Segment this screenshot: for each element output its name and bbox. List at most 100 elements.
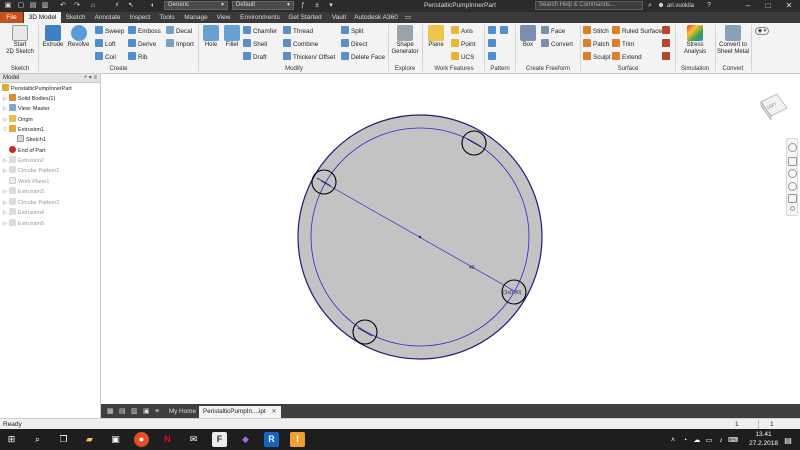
fillet-button[interactable]: Fillet [222, 25, 242, 49]
browser-tools[interactable]: + ▾ ≡ [84, 74, 97, 83]
network-icon[interactable]: ◔ [680, 433, 690, 448]
maps-icon[interactable]: ◆ [238, 432, 253, 447]
sketch-driven-pattern-button[interactable] [488, 52, 498, 62]
search-icon[interactable]: ⌕ [30, 432, 45, 447]
tab-get-started[interactable]: Get Started [285, 12, 325, 23]
close-button[interactable]: ✕ [781, 0, 797, 12]
tree-item-view-master[interactable]: ▷ View: Master [3, 104, 50, 114]
point-button[interactable]: Point [451, 39, 475, 49]
maximize-button[interactable]: □ [760, 0, 776, 12]
revolve-button[interactable]: Revolve [66, 25, 91, 49]
clock[interactable]: 13.41 27.2.2018 [749, 430, 778, 448]
draft-button[interactable]: Draft [243, 52, 267, 62]
orbit-icon[interactable] [788, 182, 797, 191]
store-icon[interactable]: ▣ [108, 432, 123, 447]
tree-item-end-of-part[interactable]: End of Part [9, 146, 46, 156]
tab-3d-model[interactable]: 3D Model [24, 12, 61, 23]
update-icon[interactable]: ⚡ [112, 1, 122, 10]
dropdown-icon[interactable]: ▾ [326, 1, 336, 10]
chamfer-button[interactable]: Chamfer [243, 26, 277, 36]
import-button[interactable]: Import [166, 39, 194, 49]
convert-button[interactable]: Convert [541, 39, 573, 49]
help-icon[interactable]: ? [704, 1, 714, 10]
tab-environments[interactable]: Environments [237, 12, 283, 23]
tree-item-solid-bodies[interactable]: ▷ Solid Bodies(1) [3, 94, 55, 104]
inventor-icon[interactable]: I [290, 432, 305, 447]
dimension-label[interactable]: 40 [469, 265, 475, 271]
user-name[interactable]: ari.vuokila [667, 1, 694, 11]
thread-button[interactable]: Thread [283, 26, 313, 36]
sweep-button[interactable]: Sweep [95, 26, 124, 36]
thicken-offset-button[interactable]: Thicken/ Offset [283, 52, 335, 62]
tree-item-root[interactable]: PeristalticPumpInnerPart [2, 84, 72, 94]
ribbon-options-icon[interactable]: ▭ [403, 12, 413, 23]
surface-tool-2-button[interactable] [662, 39, 672, 49]
new-icon[interactable]: ▢ [16, 1, 26, 10]
tab-sketch[interactable]: Sketch [63, 12, 88, 23]
split-button[interactable]: Split [341, 26, 363, 36]
extrude-button[interactable]: Extrude [41, 25, 65, 49]
undo-icon[interactable]: ↶ [58, 1, 68, 10]
face-button[interactable]: Face [541, 26, 565, 36]
tab-file[interactable]: File [0, 12, 23, 23]
look-at-icon[interactable] [788, 194, 797, 203]
sculpt-button[interactable]: Sculpt [583, 52, 611, 62]
close-tab-icon[interactable]: ✕ [271, 408, 276, 415]
tree-item-extrusion4[interactable]: ▷ Extrusion4 [3, 208, 44, 218]
tray-up-icon[interactable]: ˄ [668, 433, 678, 448]
circular-pattern-button[interactable] [500, 26, 510, 36]
zoom-icon[interactable] [788, 169, 797, 178]
volume-icon[interactable]: ♪ [716, 433, 726, 448]
mail-icon[interactable]: ✉ [186, 432, 201, 447]
surface-tool-button[interactable] [662, 26, 672, 36]
decal-button[interactable]: Decal [166, 26, 192, 36]
tree-item-sketch1[interactable]: Sketch1 [17, 135, 46, 145]
tab-autodesk-a360[interactable]: Autodesk A360 [353, 12, 399, 23]
shape-generator-button[interactable]: Shape Generator [390, 25, 420, 56]
save-icon[interactable]: ▥ [40, 1, 50, 10]
minimize-button[interactable]: – [740, 0, 756, 12]
user-icon[interactable]: ☻ [656, 1, 666, 10]
delete-face-button[interactable]: Delete Face [341, 52, 385, 62]
material-combo[interactable]: Generic ▼ [164, 1, 228, 10]
revit-icon[interactable]: R [264, 432, 279, 447]
patch-button[interactable]: Patch [583, 39, 609, 49]
view-cube[interactable]: LEFT [760, 93, 788, 121]
app-menu-icon[interactable]: ▣ [3, 1, 13, 10]
shell-button[interactable]: Shell [243, 39, 267, 49]
hole-button[interactable]: Hole [201, 25, 221, 49]
tab-annotate[interactable]: Annotate [91, 12, 124, 23]
tree-item-work-plane1[interactable]: Work Plane1 [9, 177, 49, 187]
rectangular-pattern-button[interactable] [488, 26, 498, 36]
redo-icon[interactable]: ↷ [72, 1, 82, 10]
graphics-window[interactable]: 40 (3x0.00) LEFT [101, 74, 800, 404]
axis-button[interactable]: Axis [451, 26, 473, 36]
tree-item-extrusion3[interactable]: ▷ Extrusion3 [3, 187, 44, 197]
ruled-surface-button[interactable]: Ruled Surface [612, 26, 662, 36]
stress-analysis-button[interactable]: Stress Analysis [678, 25, 712, 56]
tree-item-extrusion5[interactable]: ▷ Extrusion5 [3, 219, 44, 229]
stitch-button[interactable]: Stitch [583, 26, 609, 36]
open-icon[interactable]: ▤ [28, 1, 38, 10]
loft-button[interactable]: Loft [95, 39, 116, 49]
fusion-icon[interactable]: F [212, 432, 227, 447]
derive-button[interactable]: Derive [128, 39, 156, 49]
tree-item-circular-pattern1[interactable]: ▷ Circular Pattern1 [3, 166, 59, 176]
chrome-icon[interactable]: ● [134, 432, 149, 447]
close-all-icon[interactable]: ≡ [151, 406, 163, 418]
search-input[interactable]: Search Help & Commands... [535, 1, 643, 10]
tree-item-circular-pattern2[interactable]: ▷ Circular Pattern2 [3, 198, 59, 208]
tab-my-home[interactable]: My Home [165, 406, 200, 418]
mirror-button[interactable] [488, 39, 498, 49]
surface-tool-3-button[interactable] [662, 52, 672, 62]
tree-item-origin[interactable]: ▷ Origin [3, 115, 33, 125]
pan-icon[interactable] [788, 157, 797, 166]
keyboard-icon[interactable]: ⌨ [728, 433, 738, 448]
battery-icon[interactable]: ▭ [704, 433, 714, 448]
search-icon[interactable]: ⌕ [645, 1, 655, 10]
combine-button[interactable]: Combine [283, 39, 318, 49]
tab-view[interactable]: View [213, 12, 234, 23]
trim-button[interactable]: Trim [612, 39, 634, 49]
tab-active-document[interactable]: PeristalticPumpIn....ipt ✕ [199, 406, 281, 418]
model-viewport[interactable]: 40 (3x0.00) LEFT [101, 74, 800, 404]
